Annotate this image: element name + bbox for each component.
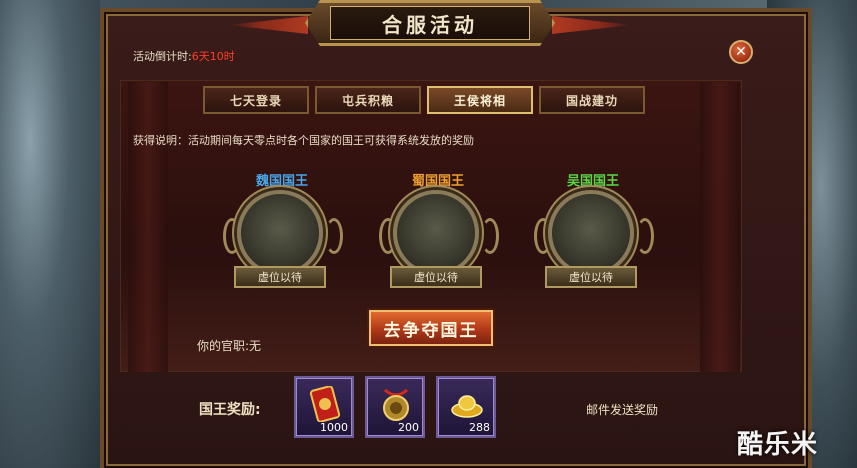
countdown-value: 6天10时 <box>191 50 235 63</box>
king-wu-portrait[interactable] <box>548 190 634 276</box>
reward-qty: 288 <box>469 421 490 434</box>
king-shu: 蜀国国王 虚位以待 <box>373 170 503 290</box>
scroll-token-icon <box>309 386 341 422</box>
reward-qty: 200 <box>398 421 419 434</box>
king-wu: 吴国国王 虚位以待 <box>528 170 658 290</box>
reward-item-ingot[interactable]: 288 <box>436 376 496 438</box>
tab-troops-grain[interactable]: 屯兵积粮 <box>315 86 421 114</box>
ornament-right <box>325 218 343 254</box>
reward-item-medal[interactable]: 200 <box>365 376 425 438</box>
gold-ingot-icon <box>451 395 483 418</box>
king-wei: 魏国国王 虚位以待 <box>217 170 347 290</box>
king-wu-status: 虚位以待 <box>545 266 637 288</box>
king-wu-name: 吴国国王 <box>566 174 619 189</box>
close-icon: ✕ <box>735 44 747 60</box>
ornament-right <box>481 218 499 254</box>
official-rank: 你的官职:无 <box>197 339 262 353</box>
coin-medal-icon <box>383 388 409 421</box>
contest-king-button[interactable]: 去争夺国王 <box>369 310 493 346</box>
pillar-left <box>128 82 168 372</box>
reward-qty: 1000 <box>320 421 348 434</box>
king-shu-status: 虚位以待 <box>390 266 482 288</box>
tab-national-war[interactable]: 国战建功 <box>539 86 645 114</box>
close-button[interactable]: ✕ <box>729 40 753 64</box>
background-left <box>0 0 100 468</box>
page-title: 合服活动 <box>330 6 530 40</box>
king-shu-portrait[interactable] <box>393 190 479 276</box>
pillar-right <box>700 82 740 372</box>
king-wei-name: 魏国国王 <box>255 174 308 189</box>
tab-seven-day-login[interactable]: 七天登录 <box>203 86 309 114</box>
description-text: 获得说明：活动期间每天零点时各个国家的国王可获得系统发放的奖励 <box>133 134 474 147</box>
countdown: 活动倒计时:6天10时 <box>133 48 235 64</box>
rewards-label: 国王奖励: <box>199 402 261 418</box>
reward-item-scroll[interactable]: 1000 <box>294 376 354 438</box>
king-wei-portrait[interactable] <box>237 190 323 276</box>
king-wei-status: 虚位以待 <box>234 266 326 288</box>
tab-bar: 七天登录 屯兵积粮 王侯将相 国战建功 <box>203 86 645 114</box>
mail-delivery-text: 邮件发送奖励 <box>586 403 659 417</box>
ornament-right <box>636 218 654 254</box>
king-shu-name: 蜀国国王 <box>411 174 464 189</box>
countdown-label: 活动倒计时: <box>133 50 192 63</box>
tab-kings-nobles[interactable]: 王侯将相 <box>427 86 533 114</box>
site-watermark: 酷乐米 <box>737 430 819 460</box>
